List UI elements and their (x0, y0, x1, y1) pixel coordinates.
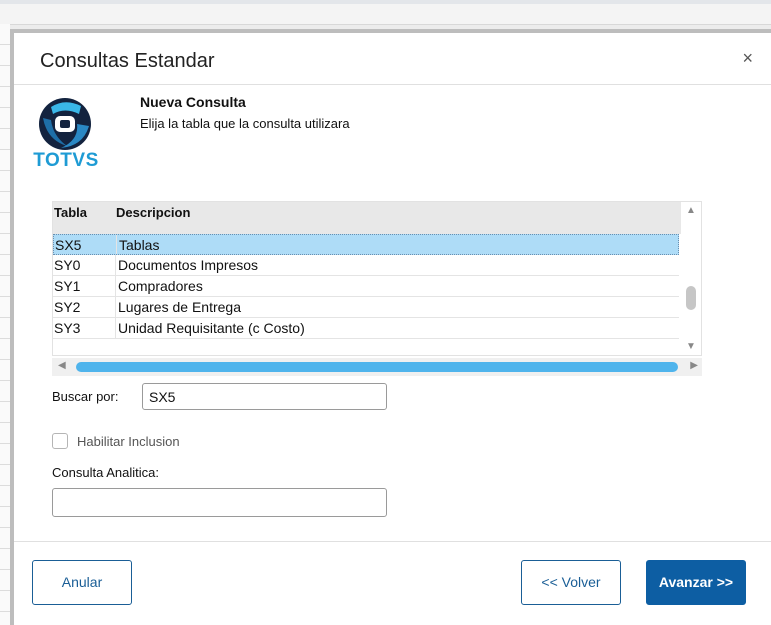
vertical-scrollbar[interactable]: ▲ ▼ (681, 202, 701, 355)
cell-descripcion: Documentos Impresos (115, 255, 258, 275)
table-row[interactable]: SY3 Unidad Requisitante (c Costo) (53, 318, 679, 339)
habilitar-checkbox[interactable] (52, 433, 68, 449)
dialog-title: Consultas Estandar (40, 50, 215, 72)
background-grid (0, 24, 10, 625)
avanzar-button[interactable]: Avanzar >> (646, 560, 746, 605)
horizontal-scroll-thumb[interactable] (76, 362, 678, 372)
totvs-globe-icon (39, 98, 91, 150)
cell-descripcion: Unidad Requisitante (c Costo) (115, 318, 305, 338)
dialog-titlebar: Consultas Estandar × (14, 33, 771, 85)
table-row[interactable]: SY2 Lugares de Entrega (53, 297, 679, 318)
habilitar-label[interactable]: Habilitar Inclusion (77, 434, 180, 449)
table-header: Tabla Descripcion (53, 202, 683, 234)
cell-descripcion: Tablas (116, 235, 159, 254)
analitica-input[interactable] (52, 488, 387, 517)
close-icon[interactable]: × (742, 48, 753, 69)
horizontal-scrollbar[interactable]: ◀ ▶ (52, 358, 702, 376)
cell-tabla: SY0 (54, 257, 81, 273)
column-header-tabla[interactable]: Tabla (54, 205, 87, 220)
background-toolbar (0, 0, 771, 25)
table-row[interactable]: SY1 Compradores (53, 276, 679, 297)
scroll-right-icon[interactable]: ▶ (690, 360, 698, 371)
scroll-down-icon[interactable]: ▼ (686, 341, 696, 352)
dialog-footer: Anular << Volver Avanzar >> (14, 541, 771, 625)
table-row[interactable]: SY0 Documentos Impresos (53, 255, 679, 276)
analitica-label: Consulta Analitica: (52, 465, 159, 480)
totvs-logo: TOTVS (31, 96, 101, 171)
column-header-descripcion[interactable]: Descripcion (116, 205, 190, 220)
cell-descripcion: Lugares de Entrega (115, 297, 241, 317)
cell-tabla: SY2 (54, 299, 81, 315)
logo-text: TOTVS (33, 150, 99, 171)
scroll-up-icon[interactable]: ▲ (686, 205, 696, 216)
vertical-scroll-thumb[interactable] (686, 286, 696, 310)
dialog-consultas: Consultas Estandar × TOTVS Nueva Consult… (10, 29, 771, 625)
search-input[interactable] (142, 383, 387, 410)
header-subtitle: Elija la tabla que la consulta utilizara (140, 116, 350, 131)
cell-tabla: SY1 (54, 278, 81, 294)
cell-tabla: SY3 (54, 320, 81, 336)
search-label: Buscar por: (52, 389, 119, 404)
anular-button[interactable]: Anular (32, 560, 132, 605)
cell-descripcion: Compradores (115, 276, 203, 296)
table-row[interactable]: SX5 Tablas (53, 234, 679, 255)
cell-tabla: SX5 (55, 237, 82, 253)
scroll-left-icon[interactable]: ◀ (58, 360, 66, 371)
volver-button[interactable]: << Volver (521, 560, 621, 605)
header-title: Nueva Consulta (140, 94, 246, 110)
table-grid: Tabla Descripcion SX5 Tablas SY0 Documen… (52, 201, 702, 356)
